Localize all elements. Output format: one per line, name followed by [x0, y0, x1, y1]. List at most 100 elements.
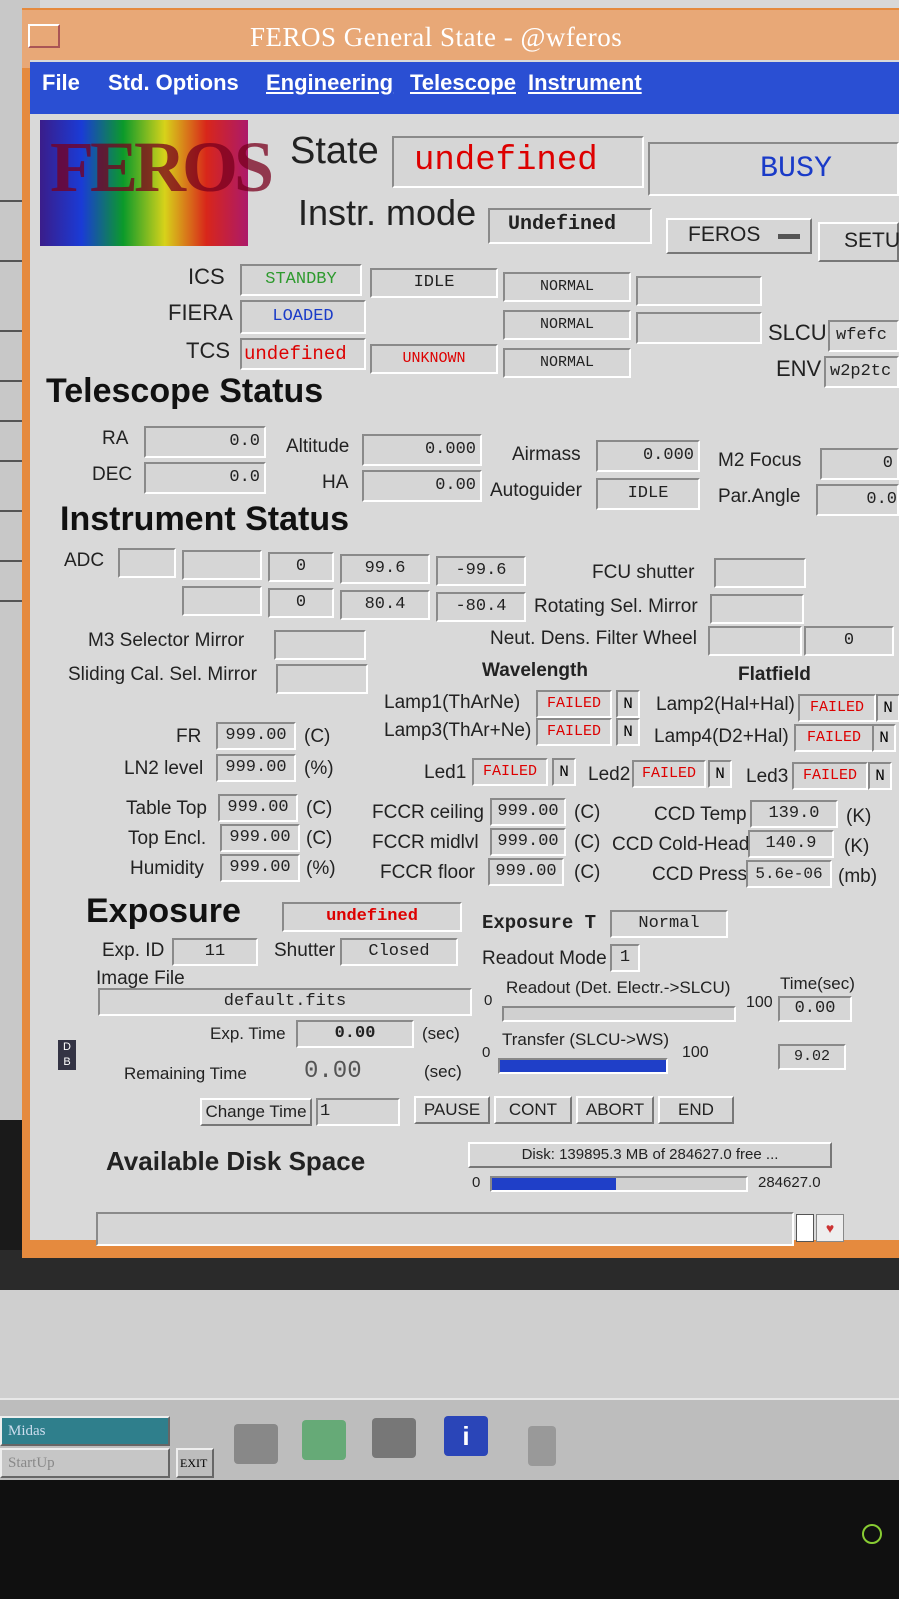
transfer-time-value: 9.02: [778, 1044, 846, 1070]
remaining-time-value: 0.00: [304, 1058, 362, 1085]
sliding-mirror-value: [276, 664, 368, 694]
image-file-value[interactable]: default.fits: [98, 988, 472, 1016]
ln2-value: 999.00: [216, 754, 296, 782]
readout-max: 100: [746, 994, 773, 1011]
cont-button[interactable]: CONT: [494, 1096, 572, 1124]
led3-toggle[interactable]: N: [868, 762, 892, 790]
printer-icon[interactable]: [234, 1424, 278, 1464]
disk-min: 0: [472, 1174, 481, 1191]
time-sec-label: Time(sec): [780, 974, 855, 993]
lamp4-toggle[interactable]: N: [872, 724, 896, 752]
lamp2-toggle[interactable]: N: [876, 694, 899, 722]
pause-button[interactable]: PAUSE: [414, 1096, 490, 1124]
change-time-input[interactable]: 1: [316, 1098, 400, 1126]
busy-indicator: BUSY: [648, 142, 899, 196]
led3-label: Led3: [746, 766, 789, 787]
ln2-label: LN2 level: [124, 758, 204, 779]
readout-min: 0: [484, 992, 493, 1009]
lamp3-label: Lamp3(ThAr+Ne): [384, 720, 532, 741]
lamp1-toggle[interactable]: N: [616, 690, 640, 718]
lamp1-label: Lamp1(ThArNe): [384, 692, 521, 713]
taskbar-exit[interactable]: EXIT: [176, 1448, 214, 1478]
taskbar-startup[interactable]: StartUp: [0, 1448, 170, 1478]
led2-status: FAILED: [632, 760, 706, 788]
disk-max: 284627.0: [758, 1174, 821, 1191]
led2-toggle[interactable]: N: [708, 760, 732, 788]
window-title: FEROS General State - @wferos: [250, 22, 623, 52]
remaining-time-label: Remaining Time: [124, 1064, 247, 1083]
menu-telescope[interactable]: Telescope: [410, 70, 516, 96]
fccr-midlvl-unit: (C): [574, 832, 601, 853]
menu-engineering[interactable]: Engineering: [266, 70, 393, 96]
ccd-press-label: CCD Press: [652, 864, 748, 885]
humidity-value: 999.00: [220, 854, 300, 882]
led1-toggle[interactable]: N: [552, 758, 576, 786]
led1-status: FAILED: [472, 758, 548, 786]
abort-button[interactable]: ABORT: [576, 1096, 654, 1124]
exp-time-value[interactable]: 0.00: [296, 1020, 414, 1048]
fccr-ceiling-unit: (C): [574, 802, 601, 823]
adc-field-d: 99.6: [340, 554, 430, 584]
exp-id-value: 11: [172, 938, 258, 966]
side-app-icon[interactable]: DB: [58, 1040, 76, 1070]
altitude-label: Altitude: [286, 436, 350, 457]
fccr-midlvl-value: 999.00: [490, 828, 566, 856]
resize-icon[interactable]: [796, 1214, 814, 1242]
ics-status: IDLE: [370, 268, 498, 298]
lamp1-status: FAILED: [536, 690, 612, 718]
ra-value: 0.0: [144, 426, 266, 458]
tcs-status: UNKNOWN: [370, 344, 498, 374]
trash-icon[interactable]: [528, 1426, 556, 1466]
info-icon[interactable]: i: [444, 1416, 488, 1456]
fcu-shutter-value: [714, 558, 806, 588]
transfer-progress-bar: [498, 1058, 668, 1074]
setup-button[interactable]: SETU: [818, 222, 899, 262]
menu-file[interactable]: File: [42, 70, 80, 96]
transfer-label: Transfer (SLCU->WS): [502, 1030, 670, 1049]
wavelength-heading: Wavelength: [482, 660, 588, 681]
readout-time-value: 0.00: [778, 996, 852, 1022]
led3-status: FAILED: [792, 762, 868, 790]
flatfield-heading: Flatfield: [738, 664, 811, 685]
m3-mirror-label: M3 Selector Mirror: [88, 630, 245, 651]
filer-icon[interactable]: [372, 1418, 416, 1458]
fiera-label: FIERA: [168, 300, 233, 325]
readout-mode-value[interactable]: 1: [610, 944, 640, 972]
mode-option-menu[interactable]: FEROS: [666, 218, 812, 254]
dec-label: DEC: [92, 464, 133, 485]
fr-label: FR: [176, 726, 202, 747]
ha-label: HA: [322, 472, 349, 493]
lamp4-status: FAILED: [794, 724, 874, 752]
humidity-unit: (%): [306, 858, 336, 879]
exp-time-label: Exp. Time: [210, 1024, 286, 1043]
instr-mode-label: Instr. mode: [298, 192, 477, 233]
fcu-shutter-label: FCU shutter: [592, 562, 695, 583]
ndf-wheel-field: [708, 626, 802, 656]
lamp3-toggle[interactable]: N: [616, 718, 640, 746]
par-angle-value: 0.0: [816, 484, 899, 516]
airmass-label: Airmass: [512, 444, 581, 465]
menu-instrument[interactable]: Instrument: [528, 70, 642, 96]
sliding-mirror-label: Sliding Cal. Sel. Mirror: [68, 664, 257, 685]
fiera-mode: NORMAL: [503, 310, 631, 340]
network-icon[interactable]: [302, 1420, 346, 1460]
env-label: ENV: [776, 356, 822, 381]
heart-icon[interactable]: ♥: [816, 1214, 844, 1242]
instr-mode-value: Undefined: [488, 208, 652, 244]
shutter-value: Closed: [340, 938, 458, 966]
menu-std-options[interactable]: Std. Options: [108, 70, 239, 96]
top-encl-unit: (C): [306, 828, 333, 849]
fiera-extra: [636, 312, 762, 344]
end-button[interactable]: END: [658, 1096, 734, 1124]
adc-field-e: -99.6: [436, 556, 526, 586]
exp-time-unit: (sec): [422, 1024, 460, 1043]
window-menu-button[interactable]: [28, 24, 60, 48]
tcs-state: undefined: [240, 338, 366, 370]
fccr-ceiling-label: FCCR ceiling: [372, 802, 484, 823]
change-time-button[interactable]: Change Time: [200, 1098, 312, 1126]
airmass-value: 0.000: [596, 440, 700, 472]
state-value: undefined: [392, 136, 644, 188]
ccd-temp-label: CCD Temp: [654, 804, 747, 825]
taskbar-midas[interactable]: Midas: [0, 1416, 170, 1446]
ics-state: STANDBY: [240, 264, 362, 296]
